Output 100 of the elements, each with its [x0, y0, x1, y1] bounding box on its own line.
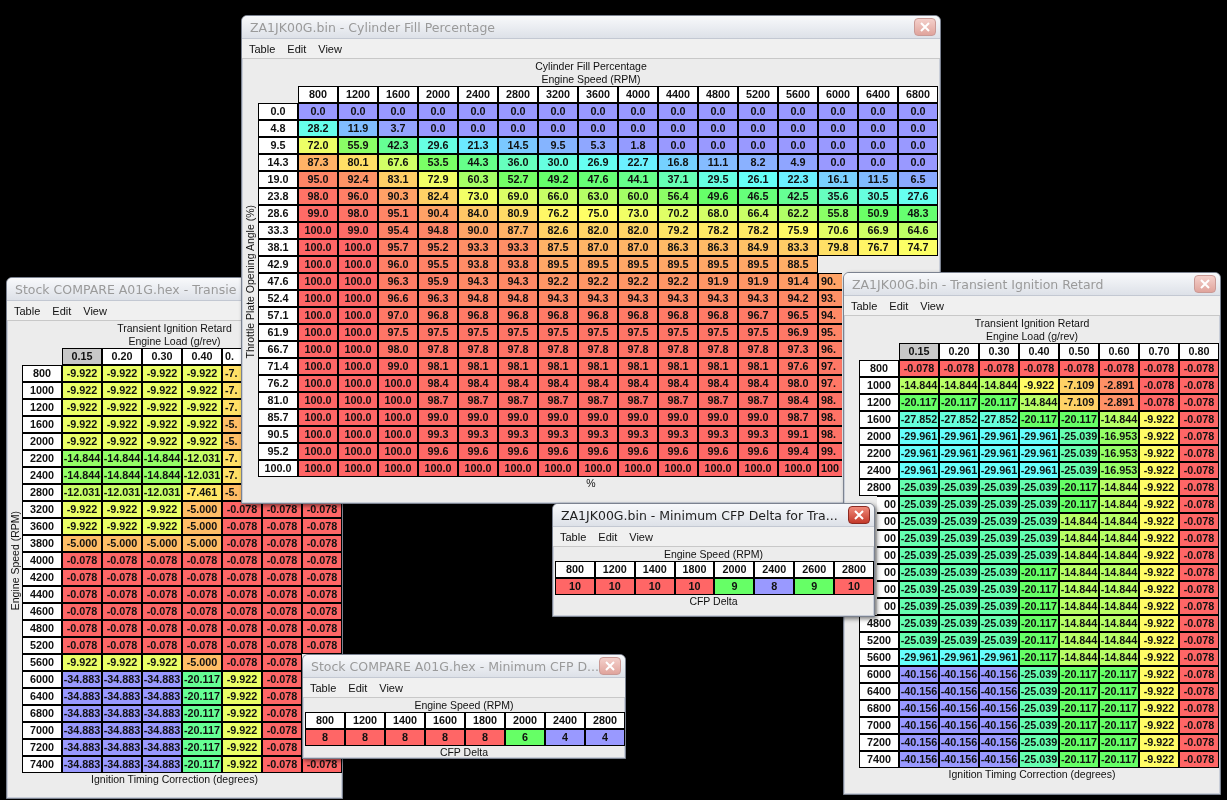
table-cell[interactable]: -20.117 [182, 756, 222, 773]
table-cell[interactable]: 99.6 [618, 443, 658, 460]
table-cell[interactable]: 0.0 [578, 120, 618, 137]
table-cell[interactable]: 100.0 [298, 426, 338, 443]
table-cell[interactable]: -0.078 [1139, 377, 1179, 394]
table-cell[interactable]: 98. [818, 392, 842, 409]
table-cell[interactable]: 98.7 [698, 392, 738, 409]
table-cell[interactable]: 90.3 [378, 188, 418, 205]
table-cell[interactable]: 97.5 [738, 324, 778, 341]
table-cell[interactable]: -34.883 [62, 739, 102, 756]
table-cell[interactable]: 100.0 [338, 375, 378, 392]
menu-item[interactable]: View [79, 304, 111, 317]
table-cell[interactable]: -40.156 [899, 683, 939, 700]
table-cell[interactable]: 97.5 [578, 324, 618, 341]
table-cell[interactable]: -9.922 [182, 382, 222, 399]
column-header[interactable]: 6400 [858, 86, 898, 103]
table-cell[interactable]: -0.078 [182, 569, 222, 586]
table-cell[interactable]: 98.4 [778, 392, 818, 409]
table-cell[interactable]: 98. [818, 409, 842, 426]
table-cell[interactable]: -9.922 [1139, 666, 1179, 683]
table-cell[interactable]: -20.117 [1099, 734, 1139, 751]
table-cell[interactable]: 79.8 [818, 239, 858, 256]
table-cell[interactable]: 0.0 [698, 137, 738, 154]
table-cell[interactable]: -14.844 [1059, 530, 1099, 547]
table-cell[interactable]: 98.7 [418, 392, 458, 409]
table-cell[interactable]: 98.4 [658, 375, 698, 392]
table-cell[interactable]: 63.0 [578, 188, 618, 205]
table-cell[interactable]: -0.078 [302, 518, 342, 535]
table-cell[interactable]: -25.039 [899, 530, 939, 547]
table-cell[interactable]: 0.0 [898, 120, 938, 137]
table-cell[interactable]: -9.922 [1139, 734, 1179, 751]
table-cell[interactable]: -0.078 [262, 569, 302, 586]
table-cell[interactable]: -25.039 [899, 598, 939, 615]
table-cell[interactable]: -0.078 [302, 637, 342, 654]
table-cell[interactable]: -20.117 [1059, 717, 1099, 734]
table-cell[interactable]: -9.922 [1139, 751, 1179, 768]
table-cell[interactable]: 94.3 [658, 290, 698, 307]
table-cell[interactable]: 94.3 [538, 290, 578, 307]
table-cell[interactable]: -25.039 [939, 581, 979, 598]
table-cell[interactable]: -40.156 [979, 751, 1019, 768]
table-cell[interactable]: 91.4 [778, 273, 818, 290]
column-header[interactable]: 0.15 [62, 348, 102, 365]
table-cell[interactable]: -9.922 [1139, 632, 1179, 649]
table-cell[interactable]: -9.922 [222, 688, 262, 705]
table-cell[interactable]: -9.922 [1139, 530, 1179, 547]
table-cell[interactable]: -20.117 [979, 394, 1019, 411]
table-cell[interactable]: -25.039 [1019, 751, 1059, 768]
table-cell[interactable]: -0.078 [102, 603, 142, 620]
table-cell[interactable]: -5. [222, 484, 241, 501]
table-cell[interactable]: -34.883 [102, 722, 142, 739]
table-cell[interactable]: 89.5 [698, 256, 738, 273]
table-cell[interactable]: 94.8 [418, 222, 458, 239]
table-cell[interactable]: -0.078 [1179, 530, 1219, 547]
table-cell[interactable]: 99.1 [778, 426, 818, 443]
table-cell[interactable]: 26.9 [578, 154, 618, 171]
table-cell[interactable]: 97.5 [618, 324, 658, 341]
table-cell[interactable]: -25.039 [939, 564, 979, 581]
table-cell[interactable]: 99.6 [578, 443, 618, 460]
table-cell[interactable]: 8 [754, 578, 795, 595]
table-cell[interactable]: 92.2 [618, 273, 658, 290]
table-cell[interactable]: -20.117 [182, 739, 222, 756]
table-cell[interactable]: 100.0 [298, 324, 338, 341]
table-cell[interactable]: 44.3 [458, 154, 498, 171]
table-cell[interactable]: -9.922 [1139, 462, 1179, 479]
table-cell[interactable]: 91.9 [738, 273, 778, 290]
table-cell[interactable]: 99.3 [418, 426, 458, 443]
table-cell[interactable]: 100.0 [778, 460, 818, 477]
table-cell[interactable]: -0.078 [142, 603, 182, 620]
table-cell[interactable]: 68.0 [698, 205, 738, 222]
table-cell[interactable]: 96.9 [778, 324, 818, 341]
table-cell[interactable]: -9.922 [142, 518, 182, 535]
table-cell[interactable]: -0.078 [222, 586, 262, 603]
table-cell[interactable]: 67.6 [378, 154, 418, 171]
table-cell[interactable]: 98.1 [458, 358, 498, 375]
table-cell[interactable]: 100.0 [658, 460, 698, 477]
table-cell[interactable]: 0.0 [858, 120, 898, 137]
table-cell[interactable]: 97.8 [538, 341, 578, 358]
table-cell[interactable]: -16.953 [1099, 428, 1139, 445]
table-cell[interactable]: 10 [634, 578, 675, 595]
table-cell[interactable]: 100.0 [338, 341, 378, 358]
menu-item[interactable]: View [375, 681, 407, 694]
table-cell[interactable]: -25.039 [1019, 683, 1059, 700]
table-cell[interactable]: -20.117 [939, 394, 979, 411]
table-cell[interactable]: 79.2 [658, 222, 698, 239]
table-cell[interactable]: 89.5 [578, 256, 618, 273]
table-cell[interactable]: -34.883 [102, 671, 142, 688]
table-cell[interactable]: 0.0 [618, 120, 658, 137]
table-cell[interactable]: -9.922 [1139, 513, 1179, 530]
table-cell[interactable]: 70.6 [818, 222, 858, 239]
table-cell[interactable]: 99.3 [538, 426, 578, 443]
table-cell[interactable]: 98. [818, 426, 842, 443]
table-cell[interactable]: -14.844 [1099, 496, 1139, 513]
table-cell[interactable]: -5.000 [182, 518, 222, 535]
table-cell[interactable]: -25.039 [1019, 496, 1059, 513]
table-cell[interactable]: 0.0 [338, 103, 378, 120]
table-cell[interactable]: -25.039 [1019, 734, 1059, 751]
table-cell[interactable]: 97.5 [458, 324, 498, 341]
menu-item[interactable]: View [625, 530, 657, 543]
table-cell[interactable]: 100.0 [338, 256, 378, 273]
table-cell[interactable]: 93.8 [458, 256, 498, 273]
